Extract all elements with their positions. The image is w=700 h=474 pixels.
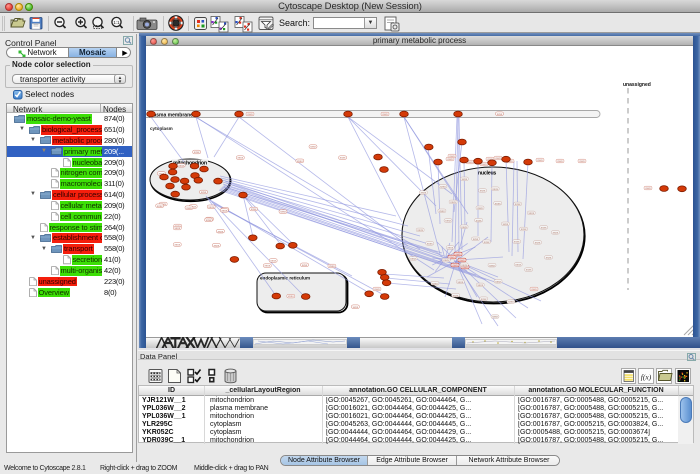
svg-text:xxxx: xxxx bbox=[476, 218, 482, 222]
svg-text:1:1: 1:1 bbox=[113, 20, 120, 25]
svg-text:xxxx: xxxx bbox=[247, 112, 253, 116]
svg-text:xxxx: xxxx bbox=[473, 237, 479, 241]
svg-text:xxxx: xxxx bbox=[270, 259, 276, 263]
svg-text:xxxx: xxxx bbox=[218, 229, 224, 233]
svg-text:cytoplasm: cytoplasm bbox=[150, 126, 173, 131]
svg-text:xxxx: xxxx bbox=[508, 300, 514, 304]
svg-text:xxxx: xxxx bbox=[222, 209, 228, 213]
svg-text:xxxx: xxxx bbox=[157, 204, 163, 208]
svg-text:xxxx: xxxx bbox=[492, 315, 498, 319]
svg-text:xxxx: xxxx bbox=[495, 279, 501, 283]
svg-text:xxxx: xxxx bbox=[462, 177, 468, 181]
svg-text:xxxx: xxxx bbox=[553, 231, 559, 235]
svg-text:xxxx: xxxx bbox=[557, 159, 563, 163]
svg-text:xxxx: xxxx bbox=[194, 150, 200, 154]
svg-text:xxxx: xxxx bbox=[492, 187, 498, 191]
svg-text:xxxx: xxxx bbox=[514, 240, 520, 244]
svg-text:xxxx: xxxx bbox=[537, 158, 543, 162]
svg-text:xxxx: xxxx bbox=[459, 258, 465, 262]
svg-text:xxxx: xxxx bbox=[374, 287, 380, 291]
svg-text:xxxx: xxxx bbox=[521, 227, 527, 231]
svg-text:xxxx: xxxx bbox=[175, 243, 181, 247]
svg-text:xxxx: xxxx bbox=[288, 294, 294, 298]
svg-text:xxxx: xxxx bbox=[310, 145, 316, 149]
svg-text:xxxx: xxxx bbox=[201, 190, 207, 194]
svg-text:xxxx: xxxx bbox=[546, 256, 552, 260]
svg-text:xxxx: xxxx bbox=[421, 191, 427, 195]
svg-text:xxxx: xxxx bbox=[453, 293, 459, 297]
svg-text:xxxx: xxxx bbox=[265, 264, 271, 268]
svg-text:xxxx: xxxx bbox=[480, 189, 486, 193]
svg-text:xxxx: xxxx bbox=[450, 200, 456, 204]
svg-text:xxxx: xxxx bbox=[461, 225, 467, 229]
svg-text:xxxx: xxxx bbox=[484, 240, 490, 244]
svg-text:xxxx: xxxx bbox=[440, 185, 446, 189]
svg-text:xxxx: xxxx bbox=[529, 211, 535, 215]
svg-text:xxxx: xxxx bbox=[427, 242, 433, 246]
svg-text:xxxx: xxxx bbox=[353, 305, 359, 309]
svg-text:xxxx: xxxx bbox=[478, 283, 484, 287]
svg-text:xxxx: xxxx bbox=[477, 206, 483, 210]
svg-text:xxxx: xxxx bbox=[481, 297, 487, 301]
svg-text:xxxx: xxxx bbox=[329, 264, 335, 268]
svg-text:xxxx: xxxx bbox=[175, 226, 181, 230]
svg-text:xxxx: xxxx bbox=[297, 159, 303, 163]
svg-text:xxxx: xxxx bbox=[445, 219, 451, 223]
svg-text:f(x): f(x) bbox=[641, 373, 652, 382]
svg-text:xxxx: xxxx bbox=[489, 263, 495, 267]
svg-text:xxxx: xxxx bbox=[382, 112, 388, 116]
svg-text:xxxx: xxxx bbox=[302, 263, 308, 267]
svg-text:xxxx: xxxx bbox=[251, 207, 257, 211]
svg-text:xxxx: xxxx bbox=[178, 163, 184, 167]
svg-text:xxxx: xxxx bbox=[448, 246, 454, 250]
svg-text:xxxx: xxxx bbox=[238, 156, 244, 160]
svg-text:xxxx: xxxx bbox=[206, 218, 212, 222]
svg-text:xxxx: xxxx bbox=[497, 112, 503, 116]
svg-text:xxxx: xxxx bbox=[535, 241, 541, 245]
svg-text:xxxx: xxxx bbox=[214, 243, 220, 247]
svg-text:xxxx: xxxx bbox=[340, 156, 346, 160]
svg-text:xxxx: xxxx bbox=[495, 156, 501, 160]
svg-text:xxxx: xxxx bbox=[417, 228, 423, 232]
svg-text:xxxx: xxxx bbox=[432, 281, 438, 285]
svg-text:xxxx: xxxx bbox=[645, 186, 651, 190]
svg-text:unassigned: unassigned bbox=[623, 82, 651, 88]
svg-text:xxxx: xxxx bbox=[455, 252, 461, 256]
svg-text:xxxx: xxxx bbox=[526, 268, 532, 272]
svg-text:xxxx: xxxx bbox=[208, 205, 214, 209]
svg-text:xxxx: xxxx bbox=[452, 263, 458, 267]
svg-text:xxxx: xxxx bbox=[495, 201, 501, 205]
svg-text:xxxx: xxxx bbox=[579, 159, 585, 163]
svg-text:xxxx: xxxx bbox=[515, 202, 521, 206]
svg-text:nucleus: nucleus bbox=[478, 171, 497, 177]
svg-text:xxxx: xxxx bbox=[531, 287, 537, 291]
svg-text:xxxx: xxxx bbox=[186, 206, 192, 210]
svg-text:xxxx: xxxx bbox=[461, 263, 467, 267]
svg-text:xxxx: xxxx bbox=[503, 222, 509, 226]
svg-text:xxxx: xxxx bbox=[439, 209, 445, 213]
svg-text:xxxx: xxxx bbox=[458, 280, 464, 284]
svg-text:xxxx: xxxx bbox=[280, 210, 286, 214]
svg-text:xxxx: xxxx bbox=[515, 263, 521, 267]
svg-text:xxxx: xxxx bbox=[443, 258, 449, 262]
svg-text:xxxx: xxxx bbox=[449, 154, 455, 158]
svg-text:xxxx: xxxx bbox=[410, 257, 416, 261]
svg-text:xxxx: xxxx bbox=[541, 226, 547, 230]
